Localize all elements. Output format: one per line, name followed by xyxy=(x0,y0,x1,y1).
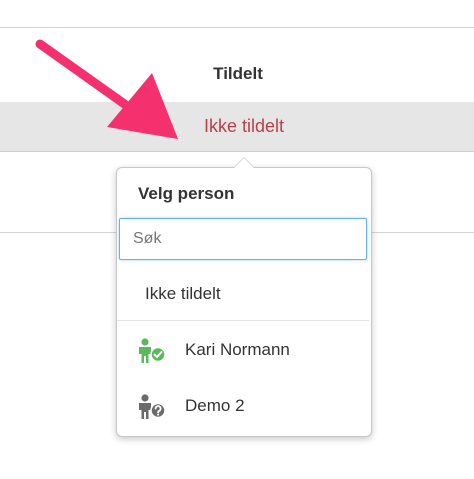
search-input[interactable] xyxy=(119,218,367,260)
person-option-demo-2[interactable]: Demo 2 xyxy=(117,381,369,431)
divider xyxy=(117,320,369,321)
person-picker-popover: Velg person Ikke tildelt Kari Normann De… xyxy=(116,157,372,437)
person-name: Demo 2 xyxy=(185,396,245,415)
person-name: Kari Normann xyxy=(185,340,290,359)
person-option-kari-normann[interactable]: Kari Normann xyxy=(117,325,369,375)
popover-caret-fill xyxy=(234,158,254,168)
option-unassigned[interactable]: Ikke tildelt xyxy=(117,269,369,319)
popover-title: Velg person xyxy=(138,184,235,203)
person-question-icon xyxy=(139,394,166,419)
option-unassigned-label: Ikke tildelt xyxy=(145,284,221,303)
person-check-icon xyxy=(139,338,166,363)
